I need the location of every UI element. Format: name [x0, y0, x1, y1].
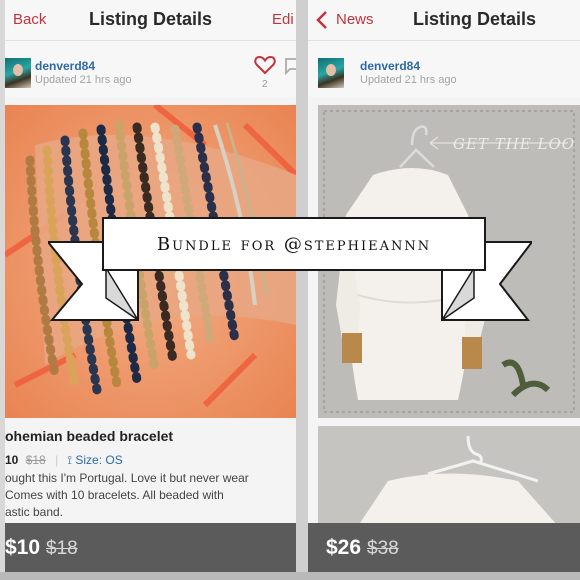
current-price: $26	[326, 536, 362, 559]
listing-photo-2[interactable]	[318, 426, 580, 526]
nav-bar: News Listing Details	[308, 0, 580, 41]
back-button[interactable]: Back	[13, 11, 46, 28]
banner-text: Bundle for @stephieannn	[102, 217, 486, 271]
updated-time: Updated 21 hrs ago	[35, 74, 132, 86]
back-button[interactable]: News	[336, 11, 374, 28]
edit-button[interactable]: Edi	[272, 11, 294, 28]
seller-bar: denverd84 Updated 21 hrs ago	[308, 41, 580, 97]
price-display: $26 $38	[326, 536, 399, 560]
avatar[interactable]	[5, 58, 31, 88]
nav-bar: Back Listing Details Edi	[5, 0, 296, 41]
listing-title: ohemian beaded bracelet	[5, 428, 174, 444]
bottom-strip	[0, 572, 580, 580]
updated-time: Updated 21 hrs ago	[360, 74, 457, 86]
heart-icon[interactable]	[254, 55, 276, 80]
inline-price: 10	[5, 453, 19, 467]
size-label: Size: OS	[75, 453, 123, 467]
divider: |	[55, 453, 59, 467]
price-bar: $26 $38	[308, 523, 580, 572]
original-price: $38	[367, 538, 399, 559]
original-price: $18	[46, 538, 78, 559]
price-bar: $10 $18	[5, 523, 296, 572]
chevron-left-icon[interactable]	[316, 10, 328, 35]
seller-bar: denverd84 Updated 21 hrs ago 2	[5, 41, 296, 97]
comment-icon[interactable]	[284, 57, 296, 80]
nav-title: Listing Details	[413, 9, 537, 29]
listing-description: ought this I'm Portugal. Love it but nev…	[5, 471, 249, 519]
like-count: 2	[262, 79, 268, 90]
seller-username[interactable]: denverd84	[35, 59, 95, 73]
avatar[interactable]	[318, 58, 344, 88]
bundle-banner: Bundle for @stephieannn	[48, 212, 532, 336]
photo-caption: GET THE LOO	[453, 135, 576, 153]
price-display: $10 $18	[5, 536, 78, 560]
seller-username[interactable]: denverd84	[360, 59, 420, 73]
nav-title: Listing Details	[89, 9, 213, 29]
price-size-row: 10 $18 | ⟟ Size: OS	[5, 453, 123, 468]
current-price: $10	[5, 536, 41, 559]
inline-original-price: $18	[25, 453, 46, 467]
hanger-icon: ⟟	[67, 453, 73, 467]
